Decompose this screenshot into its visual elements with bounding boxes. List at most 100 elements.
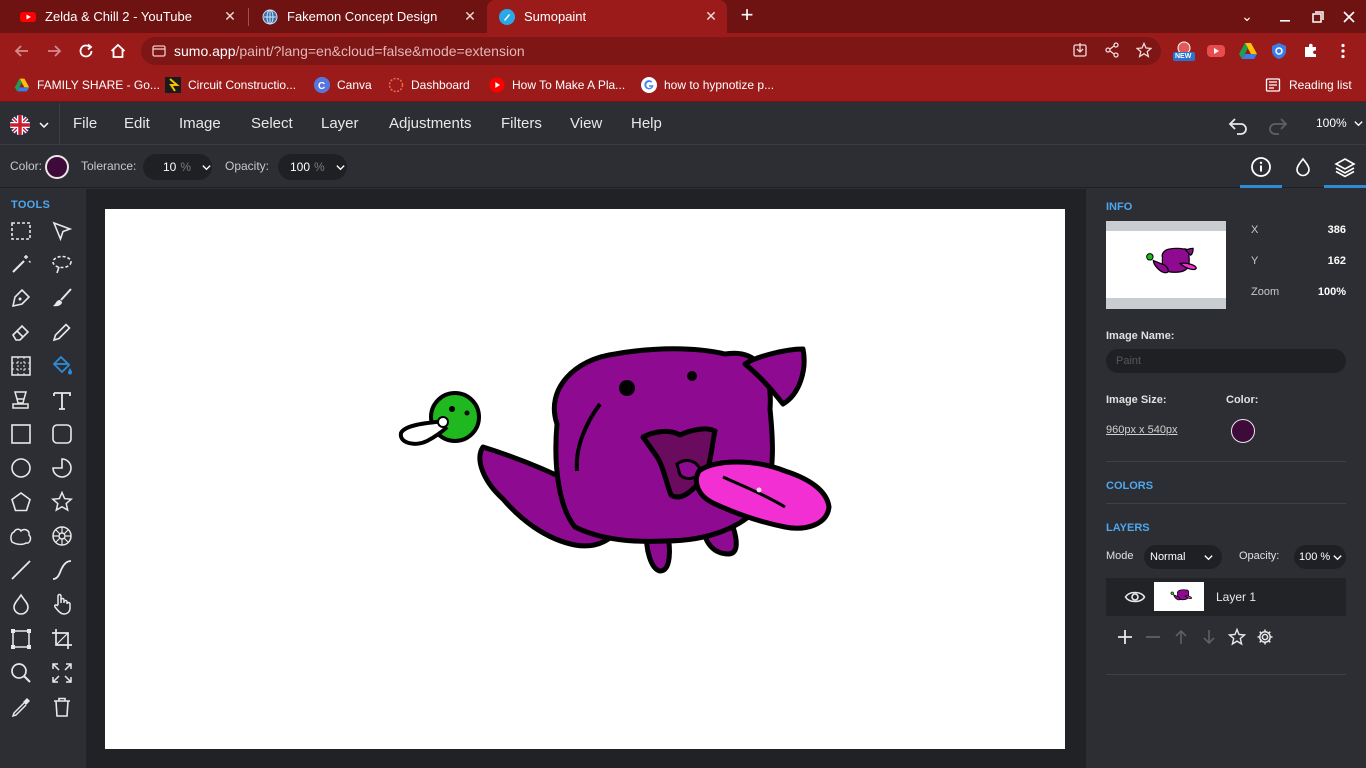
paint-bucket-tool[interactable] xyxy=(49,353,75,379)
layer-settings-button[interactable] xyxy=(1255,627,1275,647)
menu-filters[interactable]: Filters xyxy=(501,115,542,132)
line-tool[interactable] xyxy=(8,557,34,583)
image-color-swatch[interactable] xyxy=(1231,419,1255,443)
tolerance-select[interactable]: 10 % xyxy=(143,154,212,180)
marquee-tool[interactable] xyxy=(8,218,34,244)
transform-tool[interactable] xyxy=(8,626,34,652)
new-tab-button[interactable]: + xyxy=(735,4,759,28)
clone-stamp-tool[interactable] xyxy=(8,387,34,413)
menu-adjustments[interactable]: Adjustments xyxy=(389,115,472,132)
lasso-tool[interactable] xyxy=(49,251,75,277)
brush-tool[interactable] xyxy=(49,285,75,311)
install-app-icon[interactable] xyxy=(1071,42,1089,60)
rectangle-tool[interactable] xyxy=(8,421,34,447)
kebab-menu-icon[interactable] xyxy=(1334,42,1354,60)
layer-opacity-select[interactable]: 100 % xyxy=(1294,545,1346,569)
bookmark-canva[interactable]: C Canva xyxy=(314,75,372,95)
menu-file[interactable]: File xyxy=(73,115,97,132)
eyedropper-tool[interactable] xyxy=(8,694,34,720)
crop-tool[interactable] xyxy=(49,626,75,652)
forward-button[interactable] xyxy=(42,39,66,63)
url-text[interactable]: sumo.app/paint/?lang=en&cloud=false&mode… xyxy=(174,43,525,59)
star-tool[interactable] xyxy=(49,489,75,515)
address-bar[interactable]: sumo.app/paint/?lang=en&cloud=false&mode… xyxy=(141,37,1161,65)
polygon-tool[interactable] xyxy=(8,489,34,515)
tab-fakemon[interactable]: Fakemon Concept Design ✕ xyxy=(250,0,486,33)
fit-screen-tool[interactable] xyxy=(49,660,75,686)
bookmark-circuit[interactable]: Circuit Constructio... xyxy=(165,75,296,95)
shield-icon[interactable] xyxy=(1270,42,1290,60)
eraser-tool[interactable] xyxy=(8,319,34,345)
tab-layers-panel[interactable] xyxy=(1324,146,1366,188)
puzzle-icon[interactable] xyxy=(1302,42,1322,60)
colors-title[interactable]: COLORS xyxy=(1106,480,1153,492)
close-window-button[interactable] xyxy=(1332,0,1366,33)
tab-info-panel[interactable] xyxy=(1240,146,1282,188)
menu-help[interactable]: Help xyxy=(631,115,662,132)
minimize-button[interactable] xyxy=(1268,0,1302,33)
site-info-icon[interactable] xyxy=(152,44,166,58)
image-name-input[interactable] xyxy=(1106,349,1346,373)
back-button[interactable] xyxy=(10,39,34,63)
opacity-select[interactable]: 100 % xyxy=(278,154,347,180)
blend-mode-select[interactable]: Normal xyxy=(1144,545,1222,569)
symmetry-tool[interactable] xyxy=(49,523,75,549)
tab-search-icon[interactable]: ⌄ xyxy=(1230,0,1264,33)
free-shape-tool[interactable] xyxy=(8,523,34,549)
drawing-canvas[interactable] xyxy=(105,209,1065,749)
move-layer-up-button[interactable] xyxy=(1171,627,1191,647)
reading-list-button[interactable]: Reading list xyxy=(1265,75,1352,95)
layer-item[interactable]: Layer 1 xyxy=(1106,578,1346,616)
reload-button[interactable] xyxy=(74,39,98,63)
share-icon[interactable] xyxy=(1103,42,1121,60)
text-tool[interactable] xyxy=(49,387,75,413)
pen-tool[interactable] xyxy=(8,285,34,311)
magic-wand-tool[interactable] xyxy=(8,251,34,277)
tab-sumopaint[interactable]: Sumopaint ✕ xyxy=(487,0,727,33)
gradient-tool[interactable] xyxy=(8,353,34,379)
youtube-icon xyxy=(489,77,505,93)
pie-tool[interactable] xyxy=(49,455,75,481)
curve-tool[interactable] xyxy=(49,557,75,583)
close-icon[interactable]: ✕ xyxy=(699,8,723,25)
close-icon[interactable]: ✕ xyxy=(458,8,482,25)
hand-tool[interactable] xyxy=(49,591,75,617)
bookmark-dashboard[interactable]: Dashboard xyxy=(388,75,470,95)
bookmark-family-share[interactable]: FAMILY SHARE - Go... xyxy=(14,75,160,95)
bookmark-star-icon[interactable] xyxy=(1135,41,1153,60)
bookmark-hypnotize[interactable]: how to hypnotize p... xyxy=(641,75,774,95)
home-button[interactable] xyxy=(106,39,130,63)
zoom-selector[interactable]: 100% xyxy=(1316,116,1364,130)
screen-recorder-icon[interactable] xyxy=(1206,42,1226,60)
image-size-link[interactable]: 960px x 540px xyxy=(1106,424,1178,436)
blur-tool[interactable] xyxy=(8,591,34,617)
menu-layer[interactable]: Layer xyxy=(321,115,359,132)
extension-new-icon[interactable]: NEW xyxy=(1173,40,1195,61)
tab-youtube[interactable]: Zelda & Chill 2 - YouTube ✕ xyxy=(8,0,246,33)
tab-colors-panel[interactable] xyxy=(1282,146,1324,188)
menu-view[interactable]: View xyxy=(570,115,602,132)
navigator-thumbnail[interactable] xyxy=(1106,221,1226,309)
undo-icon[interactable] xyxy=(1226,113,1250,137)
bookmark-how-to-make[interactable]: How To Make A Pla... xyxy=(489,75,625,95)
rounded-rectangle-tool[interactable] xyxy=(49,421,75,447)
delete-layer-button[interactable] xyxy=(1143,627,1163,647)
menu-edit[interactable]: Edit xyxy=(124,115,150,132)
menu-select[interactable]: Select xyxy=(251,115,293,132)
menu-image[interactable]: Image xyxy=(179,115,221,132)
zoom-tool[interactable] xyxy=(8,660,34,686)
pencil-tool[interactable] xyxy=(49,319,75,345)
move-layer-down-button[interactable] xyxy=(1199,627,1219,647)
redo-icon[interactable] xyxy=(1266,113,1290,137)
google-drive-icon[interactable] xyxy=(1238,42,1258,60)
selection-arrow-tool[interactable] xyxy=(49,218,75,244)
add-layer-button[interactable] xyxy=(1115,627,1135,647)
delete-tool[interactable] xyxy=(49,694,75,720)
layer-effects-button[interactable] xyxy=(1227,627,1247,647)
close-icon[interactable]: ✕ xyxy=(218,8,242,25)
color-swatch[interactable] xyxy=(45,155,69,179)
language-selector[interactable] xyxy=(10,114,52,136)
ellipse-tool[interactable] xyxy=(8,455,34,481)
restore-button[interactable] xyxy=(1301,0,1335,33)
eye-icon[interactable] xyxy=(1124,586,1146,608)
